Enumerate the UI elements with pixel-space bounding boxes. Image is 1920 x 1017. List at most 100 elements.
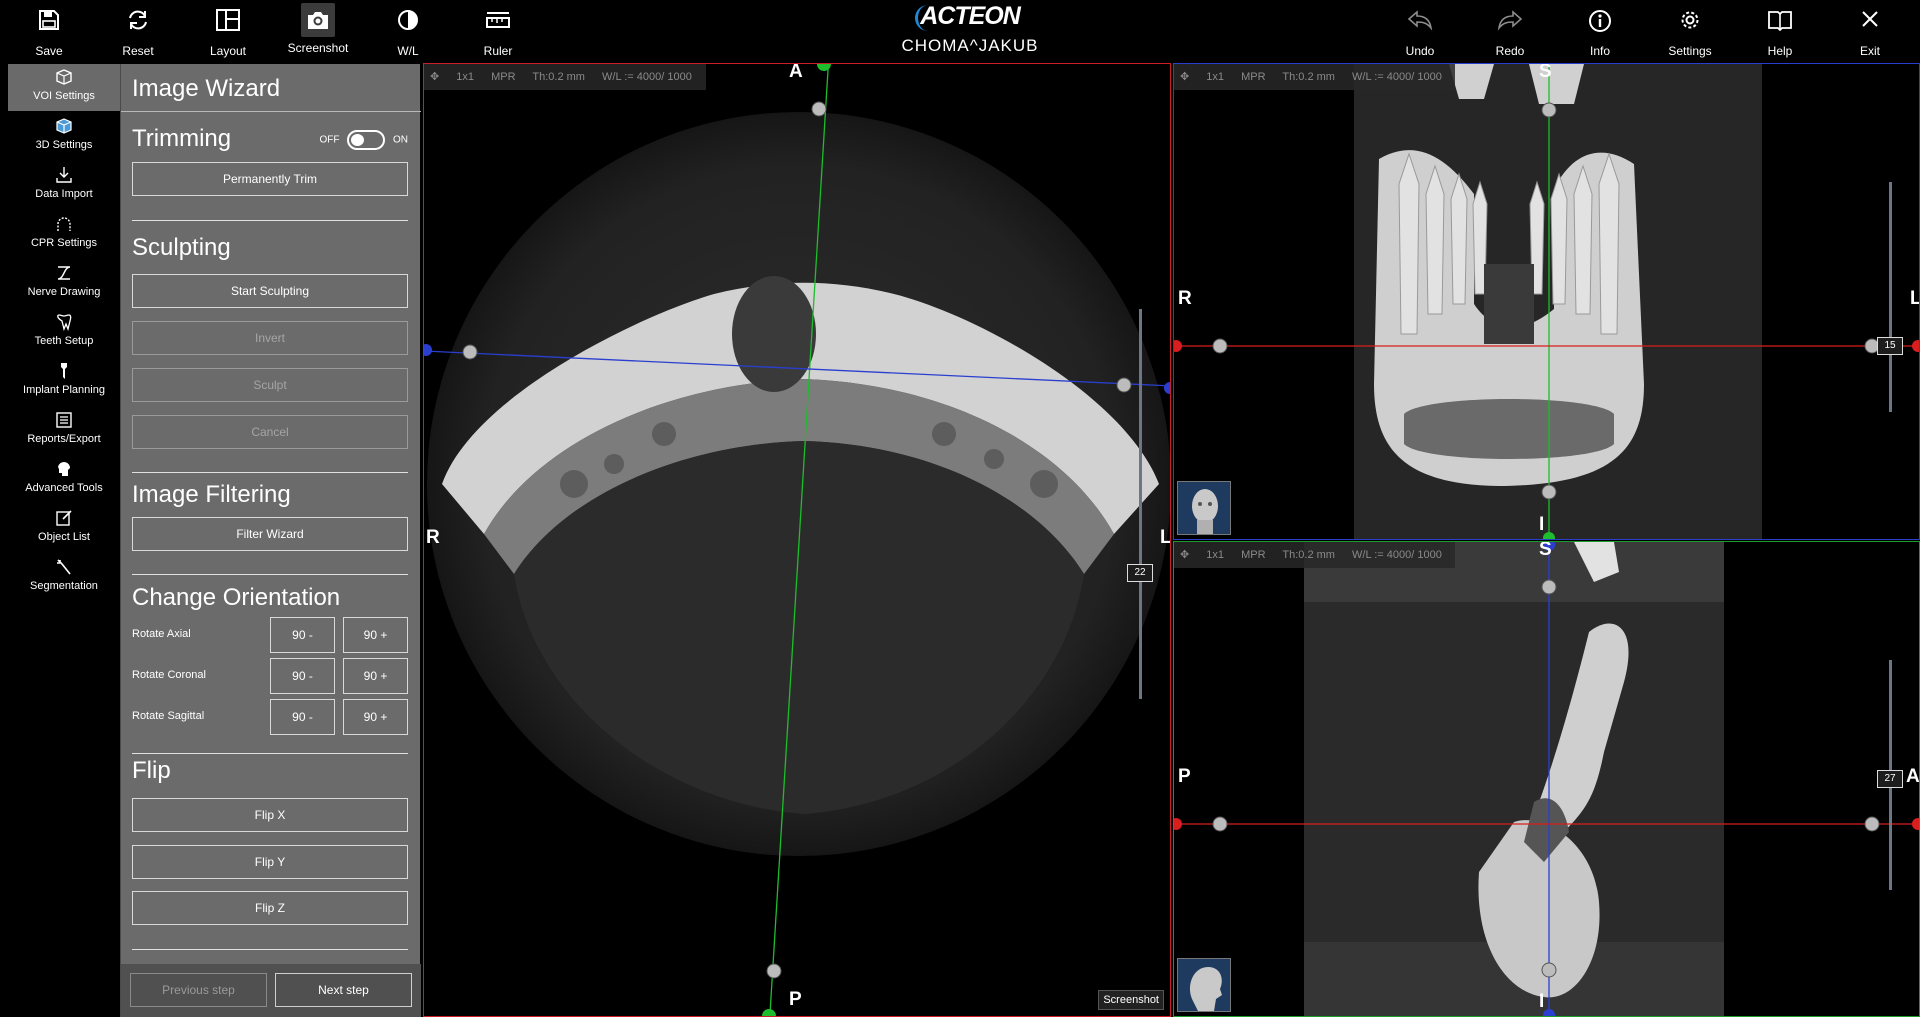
axial-mode[interactable]: MPR [491, 71, 515, 83]
sagittal-thickness[interactable]: Th:0.2 mm [1282, 549, 1335, 561]
wizard-content: Image Wizard Trimming OFF ON Permanently… [121, 64, 421, 950]
book-icon [1740, 0, 1820, 40]
settings-button[interactable]: Settings [1650, 0, 1730, 62]
axial-thickness[interactable]: Th:0.2 mm [532, 71, 585, 83]
rotate-sagittal-label: Rotate Sagittal [132, 710, 205, 722]
download-icon [8, 162, 120, 188]
info-button[interactable]: Info [1560, 0, 1640, 62]
coronal-orient-top: S [1539, 63, 1552, 82]
reset-button[interactable]: Reset [98, 0, 178, 62]
change-orientation-title: Change Orientation [132, 584, 341, 611]
sagittal-orient-right: A [1906, 766, 1920, 787]
toggle-off-label: OFF [319, 134, 340, 146]
permanently-trim-button[interactable]: Permanently Trim [132, 162, 408, 196]
invert-button[interactable]: Invert [132, 321, 408, 355]
cube-icon [8, 64, 120, 90]
rotate-coronal-plus-button[interactable]: 90 + [343, 658, 408, 694]
trimming-toggle[interactable] [347, 130, 386, 150]
flip-title: Flip [132, 757, 171, 784]
start-sculpting-button[interactable]: Start Sculpting [132, 274, 408, 308]
axial-orient-bottom: P [789, 989, 802, 1010]
divider [132, 574, 408, 575]
nav-data-import[interactable]: Data Import [8, 162, 120, 209]
coronal-mode[interactable]: MPR [1241, 71, 1265, 83]
flip-x-button[interactable]: Flip X [132, 798, 408, 832]
3d-head-thumbnail[interactable] [1177, 481, 1231, 535]
help-label: Help [1767, 44, 1793, 58]
move-icon[interactable]: ✥ [430, 71, 439, 83]
3d-cube-icon [8, 113, 120, 139]
rotate-coronal-minus-button[interactable]: 90 - [270, 658, 335, 694]
flip-y-button[interactable]: Flip Y [132, 845, 408, 879]
sagittal-window-level[interactable]: W/L := 4000/ 1000 [1352, 549, 1442, 561]
layout-button[interactable]: Layout [188, 0, 268, 62]
rotate-axial-plus-button[interactable]: 90 + [343, 617, 408, 653]
rotate-sagittal-minus-button[interactable]: 90 - [270, 699, 335, 735]
coronal-layout[interactable]: 1x1 [1206, 71, 1224, 83]
sagittal-orient-bottom: I [1539, 991, 1545, 1012]
axial-slice-number[interactable]: 22 [1127, 564, 1153, 582]
close-icon [1830, 0, 1910, 40]
filter-wizard-button[interactable]: Filter Wizard [132, 517, 408, 551]
axial-orient-right: L [1160, 527, 1171, 548]
move-icon[interactable]: ✥ [1180, 71, 1189, 83]
rotate-axial-minus-button[interactable]: 90 - [270, 617, 335, 653]
nav-label: CPR Settings [30, 237, 98, 249]
window-level-icon [368, 0, 448, 40]
coronal-slice-slider[interactable] [1889, 182, 1892, 412]
nav-advanced-tools[interactable]: Advanced Tools [8, 456, 120, 503]
nav-implant-planning[interactable]: Implant Planning [8, 358, 120, 405]
arch-icon [8, 211, 120, 237]
nav-cpr-settings[interactable]: CPR Settings [8, 211, 120, 258]
rotate-sagittal-plus-button[interactable]: 90 + [343, 699, 408, 735]
coronal-info-bar: ✥ 1x1 MPR Th:0.2 mm W/L := 4000/ 1000 [1174, 64, 1455, 90]
nav-3d-settings[interactable]: 3D Settings [8, 113, 120, 160]
sagittal-info-bar: ✥ 1x1 MPR Th:0.2 mm W/L := 4000/ 1000 [1174, 542, 1455, 568]
nav-object-list[interactable]: Object List [8, 505, 120, 552]
sagittal-layout[interactable]: 1x1 [1206, 549, 1224, 561]
sagittal-slice-number[interactable]: 27 [1877, 770, 1903, 788]
3d-head-side-thumbnail[interactable] [1177, 958, 1231, 1012]
coronal-window-level[interactable]: W/L := 4000/ 1000 [1352, 71, 1442, 83]
wand-icon [8, 554, 120, 580]
screenshot-button[interactable]: Screenshot [278, 0, 358, 62]
previous-step-button[interactable]: Previous step [130, 973, 267, 1007]
cancel-sculpt-button[interactable]: Cancel [132, 415, 408, 449]
nav-reports-export[interactable]: Reports/Export [8, 407, 120, 454]
sagittal-mode[interactable]: MPR [1241, 549, 1265, 561]
axial-layout[interactable]: 1x1 [456, 71, 474, 83]
info-label: Info [1589, 44, 1610, 58]
nav-label: VOI Settings [33, 90, 95, 102]
flip-z-button[interactable]: Flip Z [132, 891, 408, 925]
exit-button[interactable]: Exit [1830, 0, 1910, 62]
nav-nerve-drawing[interactable]: Nerve Drawing [8, 260, 120, 307]
move-icon[interactable]: ✥ [1180, 549, 1189, 561]
nav-voi-settings[interactable]: VOI Settings [8, 64, 120, 111]
coronal-viewport[interactable]: ✥ 1x1 MPR Th:0.2 mm W/L := 4000/ 1000 S … [1173, 63, 1920, 540]
axial-viewport[interactable]: ✥ 1x1 MPR Th:0.2 mm W/L := 4000/ 1000 A … [423, 63, 1171, 1017]
next-step-button[interactable]: Next step [275, 973, 412, 1007]
axial-window-level[interactable]: W/L := 4000/ 1000 [602, 71, 692, 83]
help-button[interactable]: Help [1740, 0, 1820, 62]
coronal-thickness[interactable]: Th:0.2 mm [1282, 71, 1335, 83]
undo-button[interactable]: Undo [1380, 0, 1460, 62]
divider [132, 220, 408, 221]
screenshot-tag[interactable]: Screenshot [1098, 990, 1164, 1010]
coronal-orient-left: R [1178, 288, 1192, 309]
wizard-footer: Previous step Next step [121, 964, 421, 1017]
nerve-icon [8, 260, 120, 286]
head-side-icon [1189, 967, 1222, 1011]
sculpt-button[interactable]: Sculpt [132, 368, 408, 402]
axial-slice-slider[interactable] [1139, 309, 1142, 699]
ruler-button[interactable]: Ruler [458, 0, 538, 62]
nav-teeth-setup[interactable]: Teeth Setup [8, 309, 120, 356]
coronal-slice-number[interactable]: 15 [1877, 337, 1903, 355]
save-button[interactable]: Save [9, 0, 89, 62]
report-icon [8, 407, 120, 433]
sagittal-viewport[interactable]: ✥ 1x1 MPR Th:0.2 mm W/L := 4000/ 1000 S … [1173, 541, 1920, 1017]
window-level-button[interactable]: W/L [368, 0, 448, 62]
nav-segmentation[interactable]: Segmentation [8, 554, 120, 601]
layout-label: Layout [209, 44, 247, 58]
redo-button[interactable]: Redo [1470, 0, 1550, 62]
rotate-coronal-row: Rotate Coronal 90 - 90 + [132, 658, 408, 694]
